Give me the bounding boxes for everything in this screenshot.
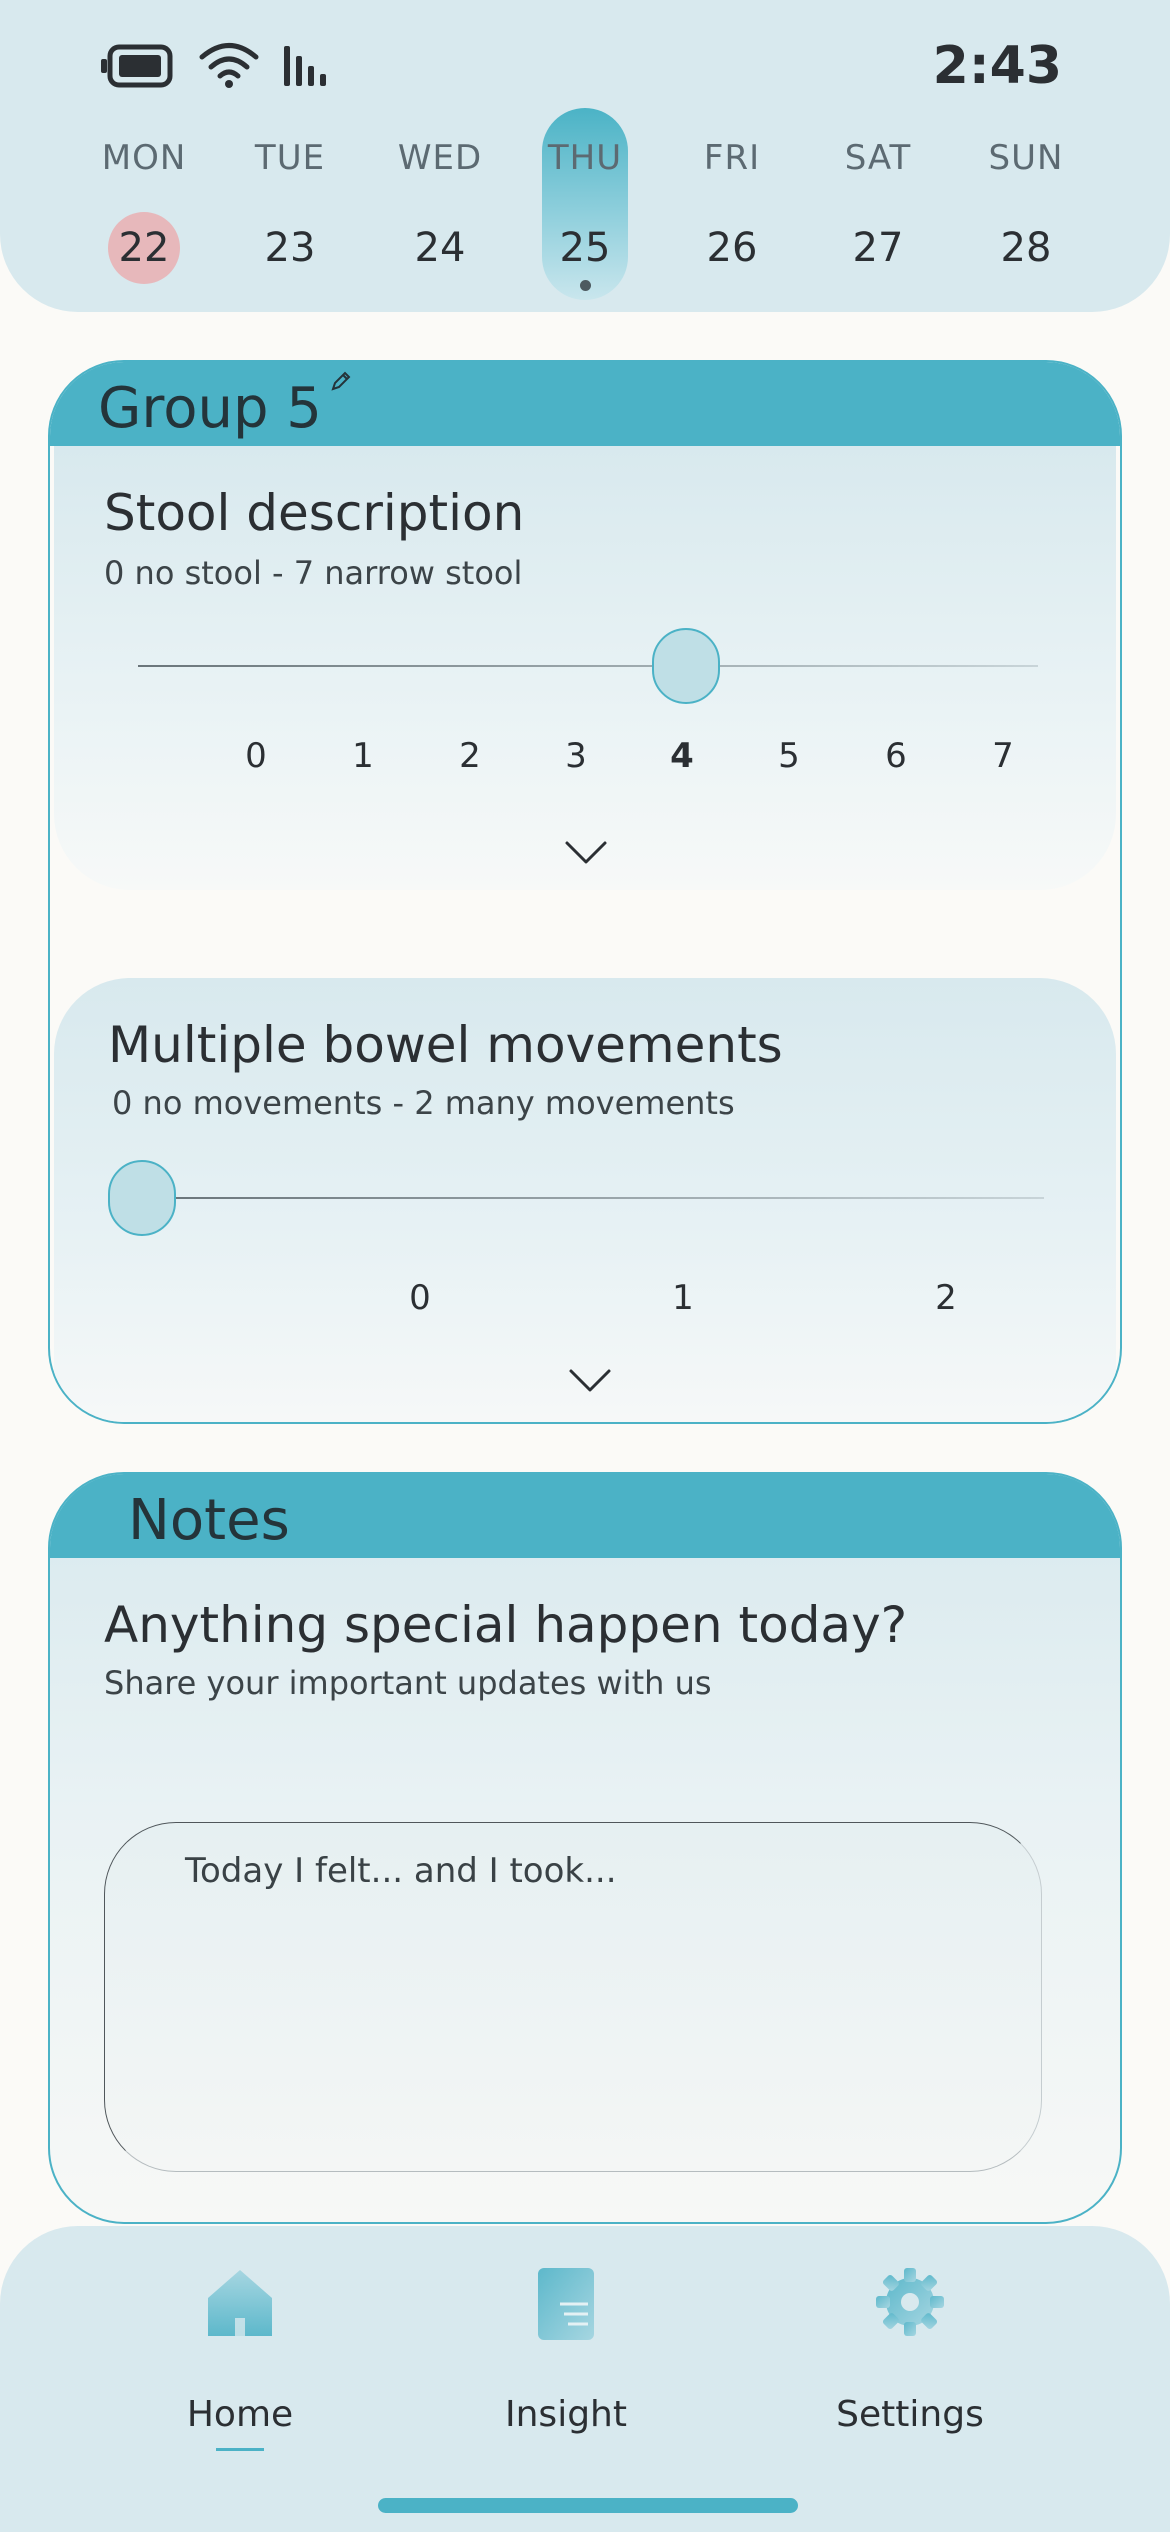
date-header: 2:43 MON 22 TUE 23 WED 24 THU 25 FRI 26 … bbox=[0, 0, 1170, 312]
chevron-down-icon[interactable] bbox=[568, 1368, 612, 1394]
tick-label: 5 bbox=[778, 736, 800, 776]
day-tue[interactable]: TUE 23 bbox=[240, 108, 340, 300]
bottom-nav: Home Insight Settings bbox=[0, 2226, 1170, 2532]
day-sun[interactable]: SUN 28 bbox=[976, 108, 1076, 300]
nav-label: Settings bbox=[836, 2394, 984, 2435]
notes-question: Anything special happen today? bbox=[104, 1596, 908, 1654]
day-number: 24 bbox=[414, 225, 466, 271]
day-name: MON bbox=[101, 138, 187, 178]
slider-track[interactable] bbox=[164, 1197, 1044, 1199]
pencil-icon[interactable] bbox=[328, 368, 354, 394]
day-name: SAT bbox=[844, 138, 912, 178]
tick-label: 2 bbox=[459, 736, 481, 776]
group-header: Group 5 bbox=[50, 362, 1120, 446]
wifi-icon bbox=[199, 43, 259, 88]
nav-insight[interactable]: Insight bbox=[456, 2266, 676, 2435]
active-indicator bbox=[216, 2448, 264, 2451]
slider-thumb[interactable] bbox=[652, 628, 720, 704]
notes-title: Notes bbox=[128, 1488, 290, 1553]
bowel-subtitle: 0 no movements - 2 many movements bbox=[112, 1084, 735, 1122]
tick-label: 6 bbox=[885, 736, 907, 776]
week-strip: MON 22 TUE 23 WED 24 THU 25 FRI 26 SAT 2… bbox=[72, 108, 1098, 308]
bowel-title: Multiple bowel movements bbox=[108, 1016, 783, 1074]
day-number: 26 bbox=[706, 225, 758, 271]
day-wed[interactable]: WED 24 bbox=[390, 108, 490, 300]
notes-subtitle: Share your important updates with us bbox=[104, 1664, 712, 1702]
tick-label: 0 bbox=[245, 736, 267, 776]
day-number: 23 bbox=[264, 225, 316, 271]
day-sat[interactable]: SAT 27 bbox=[828, 108, 928, 300]
notes-placeholder: Today I felt... and I took... bbox=[185, 1851, 617, 1891]
day-number: 22 bbox=[108, 212, 180, 284]
tick-label: 0 bbox=[409, 1278, 431, 1318]
day-number: 25 bbox=[559, 225, 611, 271]
notes-card: Notes Anything special happen today? Sha… bbox=[48, 1472, 1122, 2224]
bowel-section: Multiple bowel movements 0 no movements … bbox=[54, 978, 1116, 1422]
nav-settings[interactable]: Settings bbox=[800, 2266, 1020, 2435]
battery-icon bbox=[101, 44, 173, 88]
chevron-down-icon[interactable] bbox=[564, 840, 608, 866]
tick-label: 7 bbox=[992, 736, 1014, 776]
tick-label: 3 bbox=[565, 736, 587, 776]
day-number: 27 bbox=[852, 225, 904, 271]
status-time: 2:43 bbox=[932, 36, 1062, 96]
tick-label: 1 bbox=[672, 1278, 694, 1318]
stool-subtitle: 0 no stool - 7 narrow stool bbox=[104, 554, 523, 592]
entry-dot bbox=[580, 280, 591, 291]
home-icon bbox=[208, 2270, 272, 2336]
insight-icon bbox=[538, 2268, 594, 2340]
day-name: FRI bbox=[703, 138, 761, 178]
day-thu[interactable]: THU 25 bbox=[528, 108, 628, 300]
day-name: TUE bbox=[254, 138, 326, 178]
signal-icon bbox=[284, 46, 326, 86]
nav-label: Insight bbox=[505, 2394, 627, 2435]
settings-icon bbox=[876, 2268, 944, 2336]
notes-header: Notes bbox=[50, 1474, 1120, 1558]
slider-thumb[interactable] bbox=[108, 1160, 176, 1236]
home-indicator bbox=[378, 2498, 798, 2513]
stool-section: Stool description 0 no stool - 7 narrow … bbox=[54, 446, 1116, 890]
day-number: 28 bbox=[1000, 225, 1052, 271]
tick-label: 2 bbox=[935, 1278, 957, 1318]
nav-label: Home bbox=[186, 2394, 294, 2435]
group-title: Group 5 bbox=[98, 376, 322, 441]
day-fri[interactable]: FRI 26 bbox=[682, 108, 782, 300]
day-name: WED bbox=[397, 138, 483, 178]
tick-label: 1 bbox=[352, 736, 374, 776]
stool-title: Stool description bbox=[104, 484, 525, 542]
slider-track[interactable] bbox=[138, 665, 1038, 667]
notes-textarea[interactable]: Today I felt... and I took... bbox=[104, 1822, 1042, 2172]
nav-home[interactable]: Home bbox=[130, 2266, 350, 2451]
day-name: THU bbox=[547, 138, 623, 178]
group-card: Group 5 Stool description 0 no stool - 7… bbox=[48, 360, 1122, 1424]
day-mon[interactable]: MON 22 bbox=[94, 108, 194, 300]
tick-label-selected: 4 bbox=[670, 736, 694, 776]
day-name: SUN bbox=[988, 138, 1064, 178]
